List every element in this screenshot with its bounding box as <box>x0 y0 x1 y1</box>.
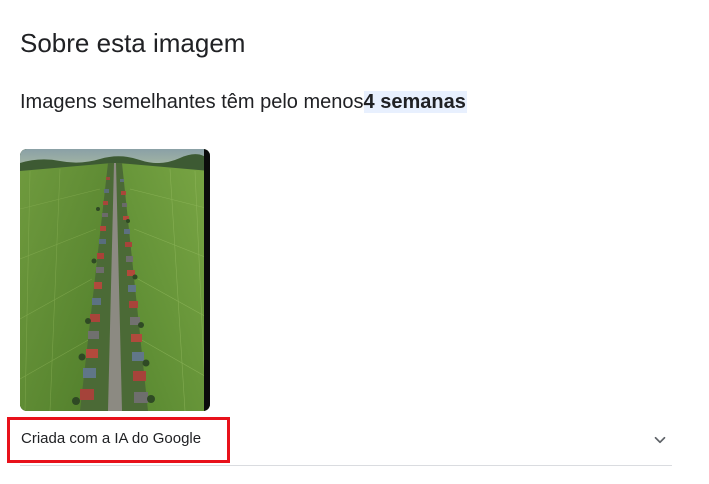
page-title: Sobre esta imagem <box>20 28 246 58</box>
ai-disclosure-row[interactable]: Criada com a IA do Google <box>0 418 672 464</box>
image-age-info: Imagens semelhantes têm pelo menos4 sema… <box>20 89 467 116</box>
image-age-prefix: Imagens semelhantes têm pelo menos <box>20 91 364 113</box>
chevron-down-icon[interactable] <box>651 431 669 449</box>
image-thumbnail[interactable] <box>20 149 210 411</box>
divider <box>20 465 672 466</box>
image-age-value: 4 semanas <box>363 91 467 113</box>
aerial-village-image <box>20 149 210 411</box>
ai-disclosure-label: Criada com a IA do Google <box>21 430 202 447</box>
